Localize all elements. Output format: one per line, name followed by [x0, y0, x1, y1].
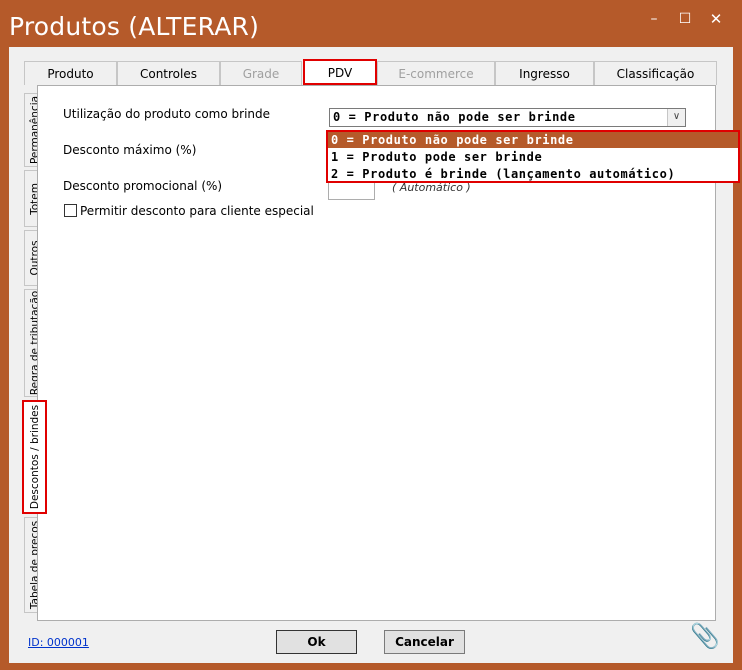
- brinde-dropdown-list: 0 = Produto não pode ser brinde 1 = Prod…: [326, 130, 740, 183]
- tab-controles[interactable]: Controles: [117, 61, 220, 85]
- dialog-footer: [9, 628, 733, 663]
- cliente-especial-label[interactable]: Permitir desconto para cliente especial: [80, 204, 314, 218]
- tab-pdv[interactable]: PDV: [303, 59, 377, 85]
- desconto-maximo-label: Desconto máximo (%): [63, 143, 197, 157]
- cliente-especial-checkbox[interactable]: [64, 204, 77, 217]
- side-tab-descontos-brindes[interactable]: Descontos / brindes: [22, 400, 47, 514]
- top-tab-bar: Produto Controles Grade PDV E-commerce I…: [24, 59, 717, 86]
- tab-e-commerce[interactable]: E-commerce: [377, 61, 495, 85]
- brinde-select-value: 0 = Produto não pode ser brinde: [333, 110, 576, 124]
- ok-button[interactable]: Ok: [276, 630, 357, 654]
- close-button[interactable]: ✕: [703, 9, 729, 29]
- brinde-select[interactable]: 0 = Produto não pode ser brinde ∨: [329, 108, 686, 127]
- tab-ingresso[interactable]: Ingresso: [495, 61, 594, 85]
- record-id-link[interactable]: ID: 000001: [28, 636, 89, 649]
- tab-produto[interactable]: Produto: [24, 61, 117, 85]
- cancel-button[interactable]: Cancelar: [384, 630, 465, 654]
- brinde-option-0[interactable]: 0 = Produto não pode ser brinde: [328, 132, 738, 148]
- side-tab-label: Descontos / brindes: [29, 404, 41, 510]
- desconto-promocional-label: Desconto promocional (%): [63, 179, 223, 193]
- window-title: Produtos (ALTERAR): [9, 12, 260, 41]
- brinde-option-2[interactable]: 2 = Produto é brinde (lançamento automát…: [328, 166, 738, 182]
- tab-grade[interactable]: Grade: [220, 61, 302, 85]
- brinde-option-1[interactable]: 1 = Produto pode ser brinde: [328, 149, 738, 165]
- brinde-label: Utilização do produto como brinde: [63, 107, 271, 121]
- chevron-down-icon[interactable]: ∨: [667, 109, 685, 126]
- minimize-button[interactable]: –: [641, 9, 667, 29]
- paperclip-icon[interactable]: 📎: [690, 622, 720, 650]
- maximize-button[interactable]: ☐: [672, 9, 698, 29]
- tab-classificacao[interactable]: Classificação: [594, 61, 717, 85]
